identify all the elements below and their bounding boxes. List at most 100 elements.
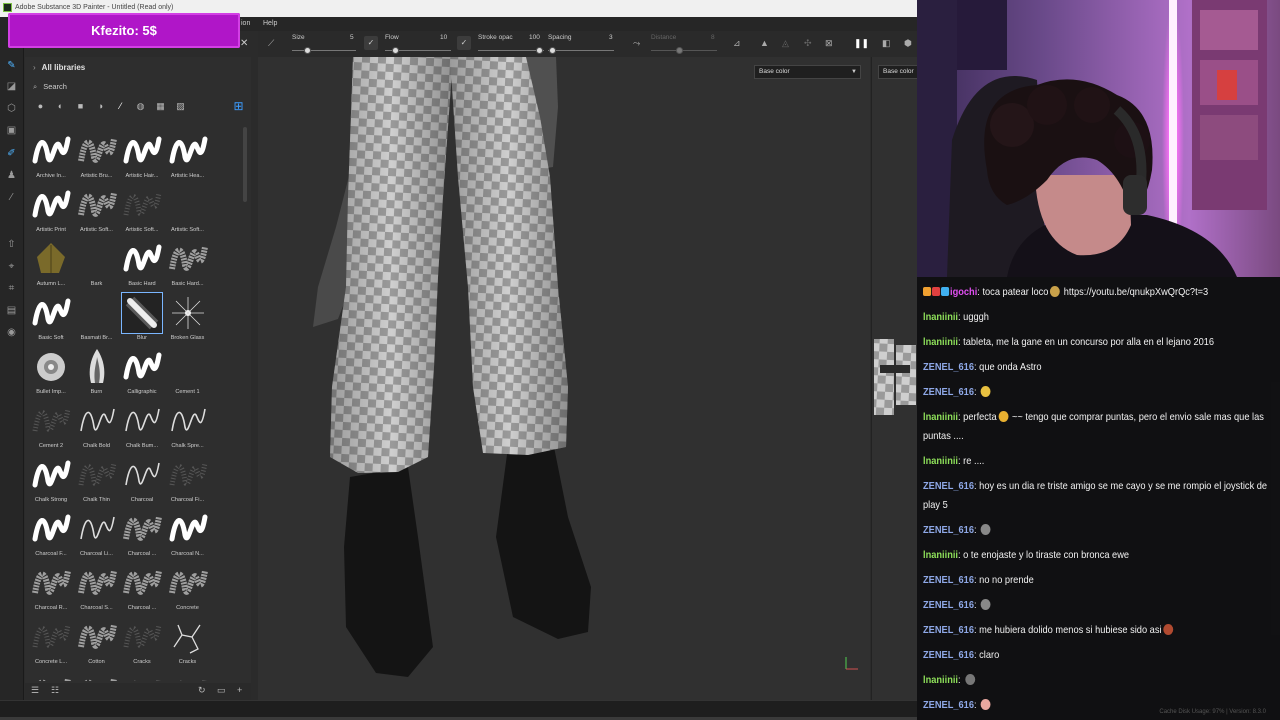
brush-item[interactable]: Chalk Bum... <box>120 401 164 455</box>
chat-username[interactable]: ZENEL_616 <box>923 387 974 398</box>
brush-item[interactable]: Blur <box>120 292 164 347</box>
symmetry-icon[interactable]: ⊿ <box>733 38 741 49</box>
chat-username[interactable]: ZENEL_616 <box>923 700 974 711</box>
shelf-list-icon[interactable]: ☷ <box>51 685 59 696</box>
flow-pen-pressure-button[interactable]: ✓ <box>457 36 471 50</box>
brush-item[interactable]: Charcoal ... <box>120 563 164 617</box>
brush-settings-icon[interactable]: ⟋ <box>268 38 274 49</box>
brush-item[interactable]: Charcoal ... <box>120 509 164 563</box>
measure-icon[interactable]: ⌗ <box>4 282 19 296</box>
size-pen-pressure-button[interactable]: ✓ <box>364 36 378 50</box>
flow-slider[interactable] <box>385 47 451 54</box>
brush-item[interactable]: Artistic Soft... <box>166 185 210 239</box>
symmetry-y-icon[interactable]: ◬ <box>782 38 789 49</box>
clone-stamp-icon[interactable]: ♟ <box>4 169 19 183</box>
brush-item[interactable]: Artistic Print <box>29 185 73 239</box>
flow-value[interactable]: 10 <box>440 34 447 41</box>
brush-item[interactable]: Autumn L... <box>29 239 73 293</box>
brush-item[interactable]: Calligraphic <box>120 347 164 401</box>
filter-particles-icon[interactable]: ◍ <box>135 101 146 112</box>
brush-item[interactable]: Concrete L... <box>29 617 73 671</box>
text-tool-icon[interactable]: ⌖ <box>4 260 19 274</box>
brush-item[interactable]: Basic Hard... <box>166 239 210 293</box>
bake-icon[interactable]: ⇧ <box>4 238 19 252</box>
size-slider-knob[interactable] <box>304 47 311 54</box>
filter-smart-materials-icon[interactable]: ◐ <box>55 101 66 112</box>
size-value[interactable]: 5 <box>350 34 354 41</box>
projection-icon[interactable]: ⬡ <box>4 102 19 116</box>
camera-icon[interactable]: ◉ <box>4 326 19 340</box>
uv-viewport[interactable]: Base color <box>871 57 917 700</box>
brush-item[interactable]: Cracks <box>166 617 210 671</box>
add-icon[interactable]: + <box>237 685 242 695</box>
symmetry-z-icon[interactable]: ✣ <box>804 38 812 49</box>
new-folder-icon[interactable]: ▭ <box>217 685 226 696</box>
brush-item[interactable]: Charcoal S... <box>75 563 119 617</box>
brush-item[interactable]: Basic Soft <box>29 293 73 347</box>
brush-item[interactable]: Charcoal Fi... <box>166 455 210 509</box>
brush-item[interactable] <box>29 671 73 681</box>
brush-item[interactable]: Cotton <box>75 617 119 671</box>
refresh-icon[interactable]: ↻ <box>198 685 206 696</box>
symmetry-x-icon[interactable]: ▲ <box>760 38 769 48</box>
brush-item[interactable] <box>75 671 119 681</box>
filter-textures-icon[interactable]: ▦ <box>155 101 166 112</box>
chat-username[interactable]: ZENEL_616 <box>923 525 974 536</box>
camera-mode-icon[interactable]: ⬢ <box>904 38 912 49</box>
filter-environments-icon[interactable]: ▨ <box>175 101 186 112</box>
chat-username[interactable]: lnaniinii <box>923 312 958 323</box>
brush-item[interactable]: Chalk Spre... <box>166 401 210 455</box>
symmetry-mirror-icon[interactable]: ⊠ <box>825 38 833 49</box>
brush-item[interactable]: Chalk Bold <box>75 401 119 455</box>
brush-item[interactable]: Basic Hard <box>120 239 164 293</box>
menu-item-partial[interactable]: ion <box>241 20 250 27</box>
brush-item[interactable]: Broken Glass <box>166 293 210 347</box>
chat-username[interactable]: igochi <box>950 287 977 298</box>
spacing-slider[interactable] <box>548 47 614 54</box>
brush-item[interactable]: Artistic Bru... <box>75 131 119 185</box>
uv-channel-dropdown[interactable]: Base color <box>878 65 917 79</box>
brush-item[interactable]: Archive In... <box>29 131 73 185</box>
menu-item-help[interactable]: Help <box>263 20 277 27</box>
brush-item[interactable]: Concrete <box>166 563 210 617</box>
brush-item[interactable]: Charcoal Li... <box>75 509 119 563</box>
chat-username[interactable]: lnaniinii <box>923 456 958 467</box>
stroke-opacity-value[interactable]: 100 <box>529 34 540 41</box>
brush-item[interactable]: Charcoal <box>120 455 164 509</box>
pause-icon[interactable]: ❚❚ <box>854 38 869 49</box>
brush-item[interactable] <box>166 671 210 681</box>
shelf-options-icon[interactable]: ☰ <box>31 685 39 696</box>
brush-item[interactable]: Cement 1 <box>166 347 210 401</box>
chat-username[interactable]: ZENEL_616 <box>923 600 974 611</box>
brush-item[interactable]: Burn <box>75 347 119 401</box>
flow-slider-knob[interactable] <box>392 47 399 54</box>
brush-item[interactable] <box>120 671 164 681</box>
shelf-search-input[interactable]: ⌕ Search <box>33 82 245 95</box>
brush-item[interactable]: Chalk Thin <box>75 455 119 509</box>
brush-item[interactable]: Artistic Hea... <box>166 131 210 185</box>
chat-username[interactable]: lnaniinii <box>923 675 958 686</box>
selection-icon[interactable]: ▤ <box>4 304 19 318</box>
chat-username[interactable]: ZENEL_616 <box>923 625 974 636</box>
filter-materials-icon[interactable]: ● <box>35 101 46 112</box>
chat-username[interactable]: ZENEL_616 <box>923 362 974 373</box>
shelf-scrollbar[interactable] <box>243 127 247 202</box>
brush-item[interactable]: Charcoal R... <box>29 563 73 617</box>
chat-username[interactable]: ZENEL_616 <box>923 575 974 586</box>
chat-username[interactable]: lnaniinii <box>923 337 958 348</box>
filter-masks-icon[interactable]: ■ <box>75 101 86 112</box>
spacing-slider-knob[interactable] <box>549 47 556 54</box>
brush-item[interactable]: Bullet Imp... <box>29 347 73 401</box>
brush-item[interactable]: Chalk Strong <box>29 455 73 509</box>
brush-item[interactable]: Charcoal N... <box>166 509 210 563</box>
brush-item[interactable]: Bark <box>75 239 119 293</box>
channel-dropdown[interactable]: Base color ▼ <box>754 65 861 79</box>
brush-item[interactable]: Cracks <box>120 617 164 671</box>
brush-item[interactable]: Charcoal F... <box>29 509 73 563</box>
spacing-value[interactable]: 3 <box>609 34 613 41</box>
eraser-icon[interactable]: ◪ <box>4 80 19 94</box>
brush-item[interactable]: Artistic Soft... <box>75 185 119 239</box>
chat-username[interactable]: ZENEL_616 <box>923 650 974 661</box>
split-view-icon[interactable]: ◧ <box>882 38 891 49</box>
3d-viewport[interactable]: Base color ▼ <box>258 57 870 700</box>
